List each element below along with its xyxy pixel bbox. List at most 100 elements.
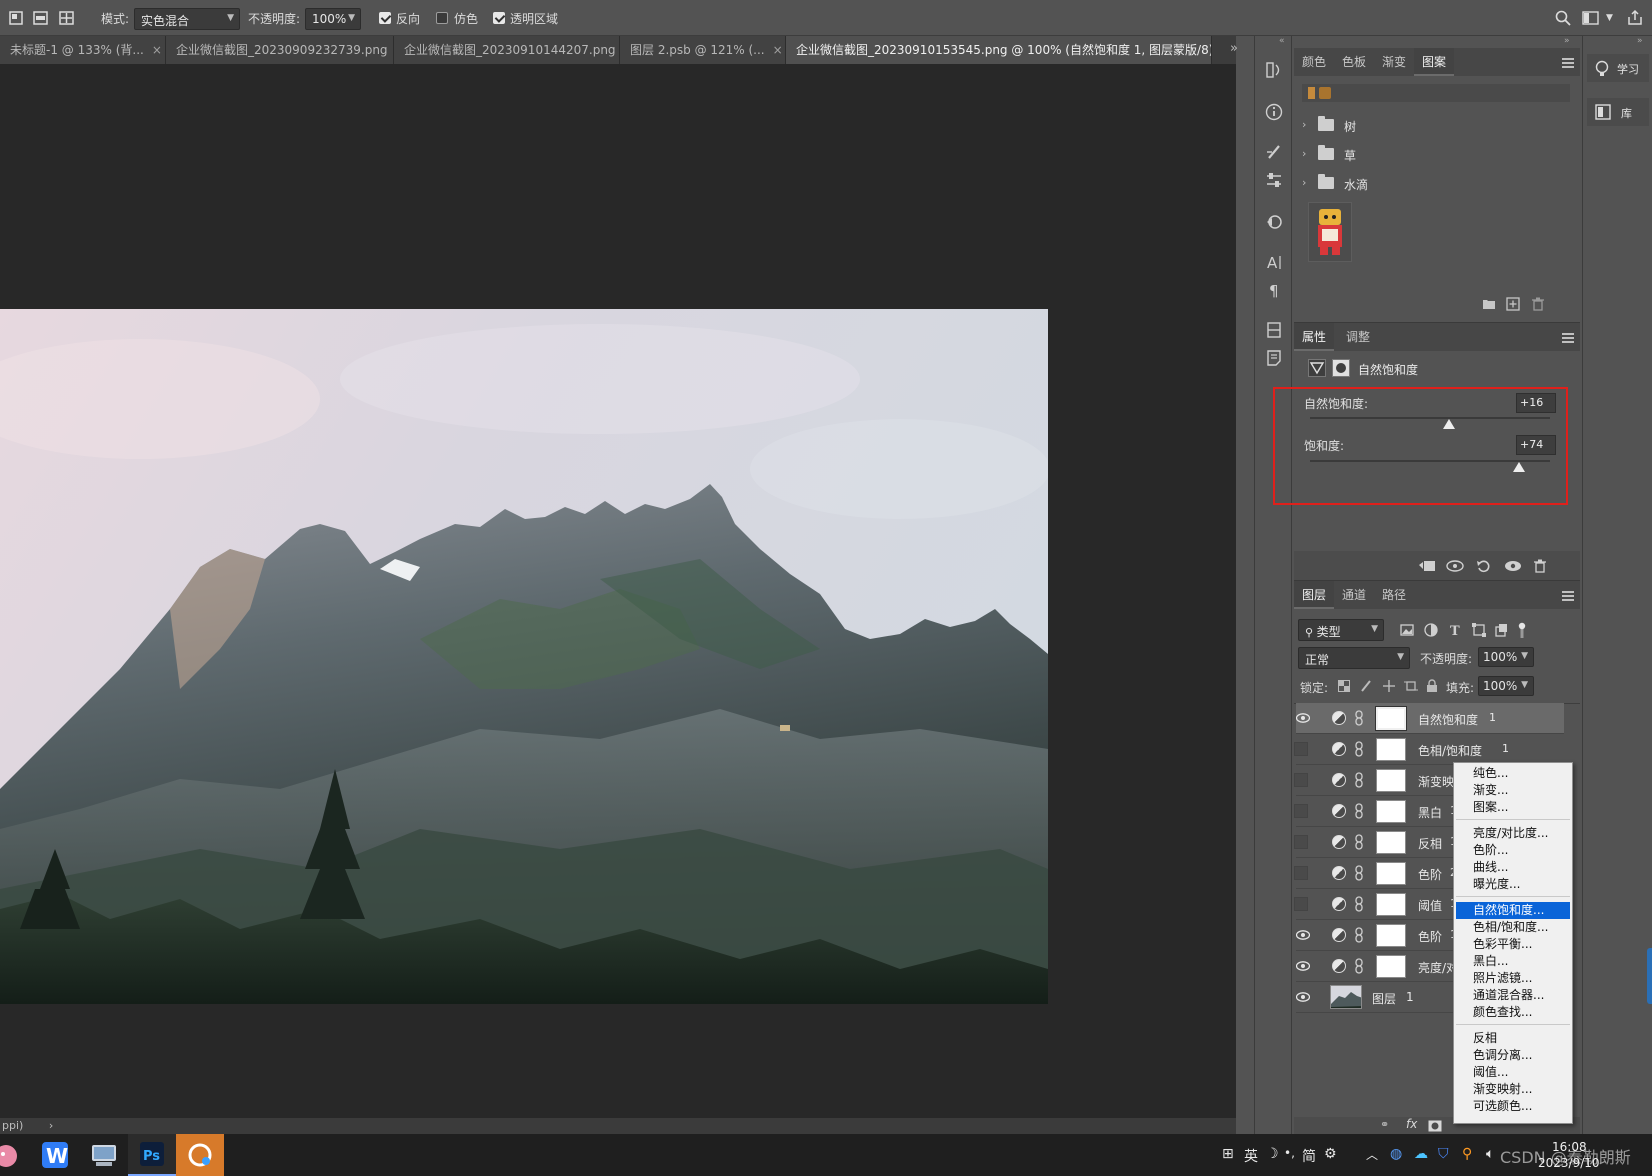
gradient-linear-icon[interactable]: [32, 9, 50, 27]
learn-button[interactable]: 学习: [1587, 54, 1649, 82]
library-button[interactable]: 库: [1587, 98, 1649, 126]
eye-icon[interactable]: [1296, 713, 1310, 723]
reset-icon[interactable]: [1476, 559, 1492, 573]
opacity-input[interactable]: 100% ▼: [305, 8, 361, 30]
adjustment-layer-icon[interactable]: [1332, 773, 1346, 787]
menu-item-solid-color[interactable]: 纯色...: [1454, 765, 1572, 782]
chain-link-icon[interactable]: [1354, 710, 1364, 726]
menu-item-gradient[interactable]: 渐变...: [1454, 782, 1572, 799]
layer-mask-icon[interactable]: [1332, 359, 1350, 377]
app-browser-icon[interactable]: [176, 1134, 224, 1176]
app-word-icon[interactable]: W: [30, 1134, 78, 1176]
new-group-folder-icon[interactable]: [1482, 298, 1496, 310]
lock-all-icon[interactable]: [1426, 679, 1438, 693]
panel-menu-icon[interactable]: [1562, 332, 1574, 343]
tab-doc-1[interactable]: 未标题-1 @ 133% (背... ×: [0, 36, 166, 64]
close-icon[interactable]: ×: [773, 43, 783, 57]
menu-item-hue-saturation[interactable]: 色相/饱和度...: [1454, 919, 1572, 936]
menu-item-invert[interactable]: 反相: [1454, 1030, 1572, 1047]
layer-mask-thumbnail[interactable]: [1376, 800, 1406, 823]
pattern-swatch[interactable]: [1308, 87, 1315, 99]
tray-shield-icon[interactable]: ⛉: [1438, 1146, 1449, 1162]
layer-mask-thumbnail[interactable]: [1376, 924, 1406, 947]
layer-thumbnail[interactable]: [1330, 985, 1362, 1009]
filter-smart-object-icon[interactable]: [1494, 623, 1508, 637]
ime-mode[interactable]: 简: [1302, 1146, 1316, 1166]
layer-row[interactable]: 色相/饱和度 1: [1294, 734, 1564, 765]
double-chevron-right-icon[interactable]: »: [1230, 41, 1238, 56]
tray-cloud-icon[interactable]: ☁: [1414, 1146, 1428, 1162]
canvas-area[interactable]: [0, 64, 1236, 1118]
pattern-folder-grass[interactable]: › 草: [1302, 141, 1560, 169]
adjustment-layer-icon[interactable]: [1332, 897, 1346, 911]
pattern-folder-water[interactable]: › 水滴: [1302, 170, 1560, 198]
adjustment-layer-icon[interactable]: [1332, 711, 1346, 725]
visibility-toggle-box[interactable]: [1294, 804, 1308, 818]
tab-patterns[interactable]: 图案: [1414, 48, 1455, 76]
pattern-folder-tree[interactable]: › 树: [1302, 112, 1560, 140]
tray-expand-icon[interactable]: ︿: [1366, 1146, 1378, 1163]
tab-doc-3[interactable]: 企业微信截图_20230910144207.png×: [394, 36, 620, 64]
lock-pixels-icon[interactable]: [1360, 680, 1372, 692]
adjustment-layer-icon[interactable]: [1332, 866, 1346, 880]
clock-time[interactable]: 16:08: [1552, 1140, 1587, 1154]
tab-channels[interactable]: 通道: [1334, 581, 1374, 609]
collapse-icon[interactable]: »: [1564, 36, 1570, 46]
visibility-toggle-box[interactable]: [1294, 773, 1308, 787]
filter-pixel-icon[interactable]: [1400, 623, 1414, 637]
layer-mask-thumbnail[interactable]: [1376, 769, 1406, 792]
menu-item-pattern[interactable]: 图案...: [1454, 799, 1572, 816]
tab-gradients[interactable]: 渐变: [1374, 48, 1414, 76]
layer-mask-thumbnail[interactable]: [1376, 738, 1406, 761]
layer-mask-thumbnail[interactable]: [1376, 862, 1406, 885]
eye-icon[interactable]: [1296, 992, 1310, 1002]
properties-icon[interactable]: [1264, 320, 1284, 340]
visibility-toggle-box[interactable]: [1294, 866, 1308, 880]
layer-mask-thumbnail[interactable]: [1376, 955, 1406, 978]
info-icon[interactable]: [1264, 102, 1284, 122]
collapse-icon[interactable]: «: [1279, 36, 1285, 46]
menu-item-gradient-map[interactable]: 渐变映射...: [1454, 1081, 1572, 1098]
tab-color[interactable]: 颜色: [1294, 48, 1334, 76]
transparency-checkbox[interactable]: [493, 12, 505, 24]
menu-item-curves[interactable]: 曲线...: [1454, 859, 1572, 876]
fx-icon[interactable]: fx: [1406, 1117, 1417, 1131]
visibility-toggle-box[interactable]: [1294, 835, 1308, 849]
menu-item-threshold[interactable]: 阈值...: [1454, 1064, 1572, 1081]
visibility-toggle-box[interactable]: [1294, 742, 1308, 756]
panel-menu-icon[interactable]: [1562, 590, 1574, 601]
trash-icon[interactable]: [1534, 559, 1546, 573]
clone-source-icon[interactable]: [1264, 212, 1284, 232]
history-icon[interactable]: [1264, 60, 1284, 80]
lock-transparent-icon[interactable]: [1338, 680, 1350, 692]
mountain-photo[interactable]: [0, 309, 1048, 1004]
brush-icon[interactable]: [1264, 142, 1284, 162]
chevron-right-icon[interactable]: ›: [49, 1119, 53, 1132]
menu-item-exposure[interactable]: 曝光度...: [1454, 876, 1572, 893]
workspace-icon[interactable]: [1582, 9, 1600, 27]
menu-item-color-lookup[interactable]: 颜色查找...: [1454, 1004, 1572, 1021]
tab-doc-4[interactable]: 图层 2.psb @ 121% (... ×: [620, 36, 786, 64]
chain-link-icon[interactable]: [1354, 927, 1364, 943]
trash-icon[interactable]: [1532, 297, 1544, 311]
chain-link-icon[interactable]: [1354, 741, 1364, 757]
chain-link-icon[interactable]: [1354, 834, 1364, 850]
tab-swatches[interactable]: 色板: [1334, 48, 1374, 76]
menu-item-vibrance[interactable]: 自然饱和度...: [1456, 902, 1570, 919]
chevron-down-icon[interactable]: ▼: [1606, 13, 1613, 23]
view-previous-icon[interactable]: [1446, 559, 1464, 573]
menu-item-photo-filter[interactable]: 照片滤镜...: [1454, 970, 1572, 987]
clock-date[interactable]: 2023/9/10: [1538, 1156, 1600, 1170]
filter-adjustment-icon[interactable]: [1424, 623, 1438, 637]
app-photoshop-icon[interactable]: Ps: [128, 1134, 176, 1176]
add-pattern-icon[interactable]: [1506, 297, 1520, 311]
chain-link-icon[interactable]: [1354, 772, 1364, 788]
tray-app-icon[interactable]: ◍: [1390, 1146, 1402, 1162]
mode-select[interactable]: 实色混合 ▼: [134, 8, 240, 30]
adjustment-layer-icon[interactable]: [1332, 959, 1346, 973]
tab-doc-active[interactable]: 企业微信截图_20230910153545.png @ 100% (自然饱和度 …: [786, 36, 1212, 64]
menu-item-levels[interactable]: 色阶...: [1454, 842, 1572, 859]
adjustment-layer-icon[interactable]: [1332, 804, 1346, 818]
filter-toggle-icon[interactable]: [1518, 621, 1526, 639]
close-icon[interactable]: ×: [152, 43, 162, 57]
